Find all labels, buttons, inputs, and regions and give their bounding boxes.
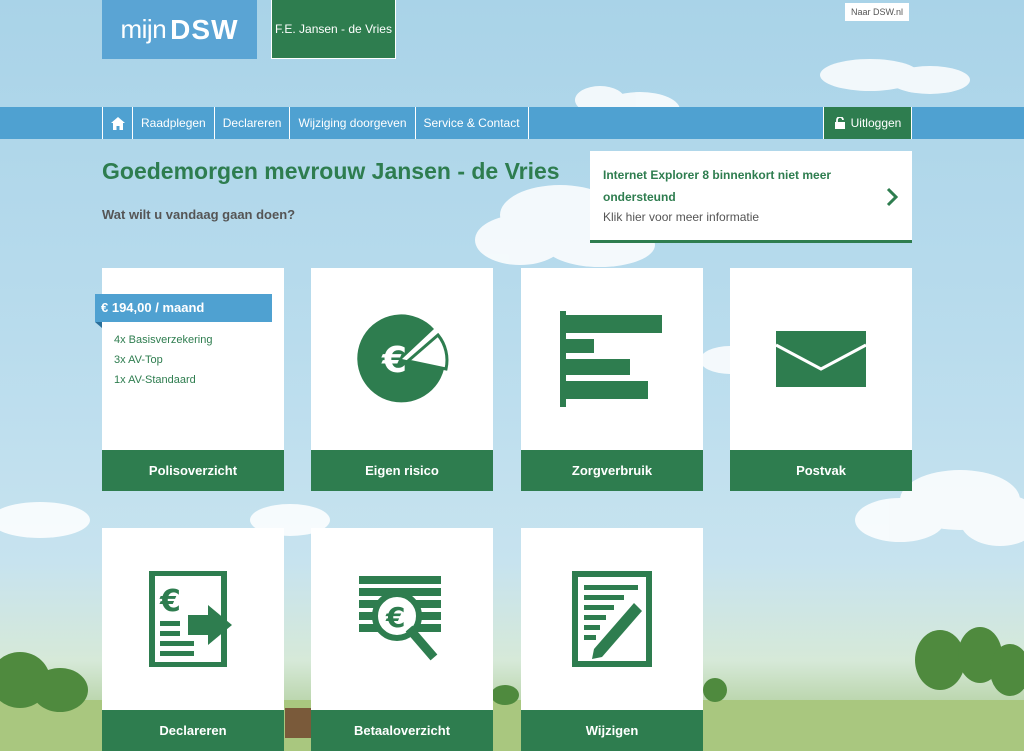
euro-document-arrow-icon: € bbox=[149, 571, 232, 667]
nav-service-contact[interactable]: Service & Contact bbox=[414, 107, 529, 139]
chevron-right-icon bbox=[886, 187, 898, 207]
home-icon bbox=[110, 116, 125, 130]
tile-postvak[interactable]: Postvak bbox=[730, 268, 912, 491]
tile-declareren[interactable]: € Declareren bbox=[102, 528, 284, 751]
tile-label: Eigen risico bbox=[311, 450, 493, 491]
page-title: Goedemorgen mevrouw Jansen - de Vries bbox=[102, 158, 560, 184]
nav-raadplegen[interactable]: Raadplegen bbox=[132, 107, 214, 139]
policy-item: 1x AV-Standaard bbox=[114, 374, 196, 386]
document-pencil-icon bbox=[572, 571, 652, 667]
external-site-link[interactable]: Naar DSW.nl bbox=[845, 3, 910, 21]
policy-item: 3x AV-Top bbox=[114, 354, 163, 366]
svg-text:€: € bbox=[381, 340, 407, 381]
tile-label: Polisoverzicht bbox=[102, 450, 284, 491]
envelope-icon bbox=[776, 331, 866, 387]
tile-label: Declareren bbox=[102, 710, 284, 751]
browser-notice-card[interactable]: Internet Explorer 8 binnenkort niet meer… bbox=[590, 151, 912, 243]
page-subtitle: Wat wilt u vandaag gaan doen? bbox=[102, 207, 296, 222]
logout-label: Uitloggen bbox=[850, 116, 902, 130]
unlock-icon bbox=[834, 117, 845, 129]
euro-pie-icon: € bbox=[357, 314, 449, 403]
tile-label: Postvak bbox=[730, 450, 912, 491]
tile-label: Betaaloverzicht bbox=[311, 710, 493, 751]
tile-polisoverzicht[interactable]: € 194,00 / maand 4x Basisverzekering 3x … bbox=[95, 268, 284, 491]
nav-home[interactable] bbox=[102, 107, 132, 139]
policy-item: 4x Basisverzekering bbox=[114, 334, 213, 346]
logout-button[interactable]: Uitloggen bbox=[823, 107, 912, 139]
logo-prefix: mijn bbox=[120, 14, 167, 44]
bar-chart-icon bbox=[560, 311, 662, 407]
tile-zorgverbruik[interactable]: Zorgverbruik bbox=[521, 268, 703, 491]
notice-title: Internet Explorer 8 binnenkort niet meer… bbox=[603, 168, 832, 204]
nav-declareren[interactable]: Declareren bbox=[213, 107, 290, 139]
euro-magnifier-icon: € bbox=[359, 576, 441, 661]
tile-betaaloverzicht[interactable]: € Betaaloverzicht bbox=[311, 528, 493, 751]
tile-label: Zorgverbruik bbox=[521, 450, 703, 491]
monthly-price: € 194,00 / maand bbox=[95, 294, 272, 322]
main-navigation: Raadplegen Declareren Wijziging doorgeve… bbox=[0, 107, 1024, 139]
nav-wijziging-doorgeven[interactable]: Wijziging doorgeven bbox=[289, 107, 414, 139]
tile-eigen-risico[interactable]: € Eigen risico bbox=[311, 268, 493, 491]
price-tag-notch bbox=[95, 322, 102, 328]
mijn-dsw-logo[interactable]: mijn DSW bbox=[102, 0, 257, 59]
tile-wijzigen[interactable]: Wijzigen bbox=[521, 528, 703, 751]
notice-subtitle: Klik hier voor meer informatie bbox=[603, 210, 760, 224]
policy-list: 4x Basisverzekering 3x AV-Top 1x AV-Stan… bbox=[114, 330, 212, 390]
svg-text:€: € bbox=[385, 601, 405, 634]
logo-brand: DSW bbox=[170, 13, 239, 45]
tile-label: Wijzigen bbox=[521, 710, 703, 751]
user-name-badge: F.E. Jansen - de Vries bbox=[271, 0, 396, 59]
svg-text:€: € bbox=[159, 584, 181, 619]
